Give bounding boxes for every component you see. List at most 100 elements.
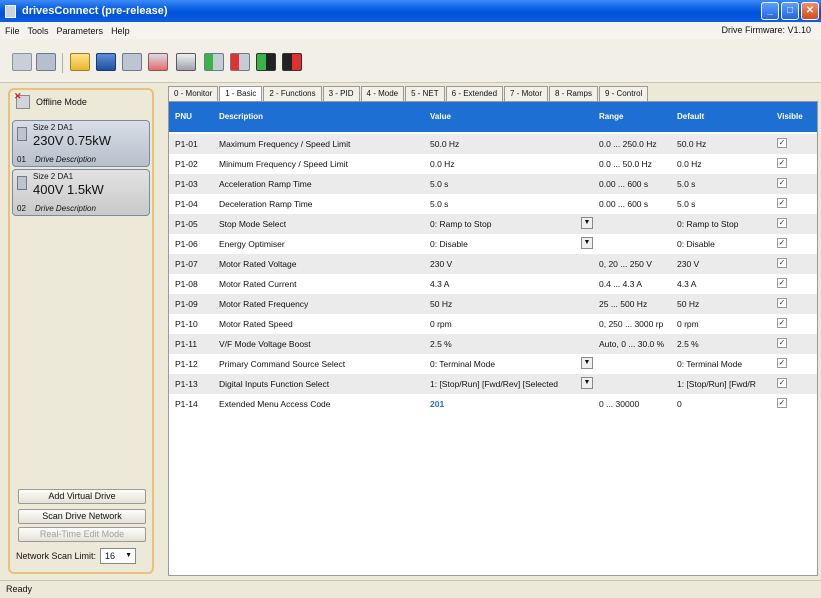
menu-help[interactable]: Help — [108, 26, 133, 36]
drive-icon[interactable] — [36, 53, 56, 71]
visible-checkbox[interactable]: ✓ — [777, 158, 787, 168]
drive-size: Size 2 DA1 — [33, 172, 74, 181]
drive-item-01[interactable]: Size 2 DA1 230V 0.75kW 01 Drive Descript… — [12, 120, 150, 167]
range-cell: 0.00 ... 600 s — [599, 199, 649, 209]
visible-checkbox[interactable]: ✓ — [777, 138, 787, 148]
value-cell[interactable]: 201 — [430, 399, 590, 409]
value-cell[interactable]: 5.0 s — [430, 179, 590, 189]
disconnect-plug-icon[interactable] — [282, 53, 302, 71]
value-cell[interactable]: 0: Terminal Mode — [430, 359, 590, 369]
visible-checkbox[interactable]: ✓ — [777, 298, 787, 308]
table-row[interactable]: P1-04 Deceleration Ramp Time 5.0 s 0.00 ...… — [169, 194, 817, 214]
menu-file[interactable]: File — [2, 26, 23, 36]
visible-checkbox[interactable]: ✓ — [777, 358, 787, 368]
table-row[interactable]: P1-03 Acceleration Ramp Time 5.0 s 0.00 ...… — [169, 174, 817, 194]
scan-limit-value: 16 — [105, 551, 116, 561]
tab-net[interactable]: 5 - NET — [405, 86, 445, 101]
toolbar-separator — [62, 53, 63, 73]
scan-limit-select[interactable]: 16 ▼ — [100, 548, 137, 564]
visible-checkbox[interactable]: ✓ — [777, 378, 787, 388]
toolbar — [0, 39, 821, 83]
drive-item-02[interactable]: Size 2 DA1 400V 1.5kW 02 Drive Descripti… — [12, 169, 150, 216]
value-cell[interactable]: 2.5 % — [430, 339, 590, 349]
header-value[interactable]: Value — [430, 112, 451, 121]
tab-monitor[interactable]: 0 - Monitor — [168, 86, 219, 101]
range-cell: 25 ... 500 Hz — [599, 299, 648, 309]
value-cell[interactable]: 50 Hz — [430, 299, 590, 309]
table-row[interactable]: P1-02 Minimum Frequency / Speed Limit 0.0 … — [169, 154, 817, 174]
disconnect-icon[interactable] — [12, 53, 32, 71]
value-cell[interactable]: 5.0 s — [430, 199, 590, 209]
table-row[interactable]: P1-10 Motor Rated Speed 0 rpm 0, 250 ... 30… — [169, 314, 817, 334]
range-cell: 0.0 ... 50.0 Hz — [599, 159, 652, 169]
visible-checkbox[interactable]: ✓ — [777, 178, 787, 188]
tab-extended[interactable]: 6 - Extended — [445, 86, 504, 101]
table-row[interactable]: P1-09 Motor Rated Frequency 50 Hz 25 ... 50… — [169, 294, 817, 314]
table-row[interactable]: P1-05 Stop Mode Select 0: Ramp to Stop 0: R… — [169, 214, 817, 234]
table-row[interactable]: P1-08 Motor Rated Current 4.3 A 0.4 ... 4.3… — [169, 274, 817, 294]
tab-functions[interactable]: 2 - Functions — [263, 86, 322, 101]
table-row[interactable]: P1-12 Primary Command Source Select 0: Ter… — [169, 354, 817, 374]
default-cell: 2.5 % — [677, 339, 699, 349]
tab-motor[interactable]: 7 - Motor — [504, 86, 549, 101]
visible-checkbox[interactable]: ✓ — [777, 278, 787, 288]
value-cell[interactable]: 0 rpm — [430, 319, 590, 329]
minimize-button[interactable]: _ — [761, 2, 779, 20]
offline-mode[interactable]: Offline Mode — [14, 91, 87, 109]
value-dropdown-button[interactable]: ▼ — [581, 377, 593, 389]
value-cell[interactable]: 50.0 Hz — [430, 139, 590, 149]
header-visible[interactable]: Visible — [777, 112, 803, 121]
default-cell: 5.0 s — [677, 179, 696, 189]
visible-checkbox[interactable]: ✓ — [777, 218, 787, 228]
value-dropdown-button[interactable]: ▼ — [581, 357, 593, 369]
table-row[interactable]: P1-07 Motor Rated Voltage 230 V 0, 20 ... 2… — [169, 254, 817, 274]
menu-parameters[interactable]: Parameters — [54, 26, 107, 36]
visible-checkbox[interactable]: ✓ — [777, 258, 787, 268]
maximize-button[interactable]: □ — [781, 2, 799, 20]
pnu-cell: P1-14 — [175, 399, 198, 409]
reset-defaults-icon[interactable] — [148, 53, 168, 71]
visible-checkbox[interactable]: ✓ — [777, 338, 787, 348]
tab-control[interactable]: 9 - Control — [598, 86, 649, 101]
tab-basic[interactable]: 1 - Basic — [219, 86, 263, 102]
table-row[interactable]: P1-13 Digital Inputs Function Select 1: [S… — [169, 374, 817, 394]
header-pnu[interactable]: PNU — [175, 112, 192, 121]
table-row[interactable]: P1-14 Extended Menu Access Code 201 0 ... 3… — [169, 394, 817, 414]
value-dropdown-button[interactable]: ▼ — [581, 217, 593, 229]
table-row[interactable]: P1-11 V/F Mode Voltage Boost 2.5 % Auto, 0 … — [169, 334, 817, 354]
table-row[interactable]: P1-06 Energy Optimiser 0: Disable 0: Disabl… — [169, 234, 817, 254]
visible-checkbox[interactable]: ✓ — [777, 318, 787, 328]
value-cell[interactable]: 0.0 Hz — [430, 159, 590, 169]
visible-checkbox[interactable]: ✓ — [777, 398, 787, 408]
visible-checkbox[interactable]: ✓ — [777, 238, 787, 248]
header-default[interactable]: Default — [677, 112, 704, 121]
tab-pid[interactable]: 3 - PID — [322, 86, 360, 101]
tab-ramps[interactable]: 8 - Ramps — [549, 86, 598, 101]
close-button[interactable]: ✕ — [801, 2, 819, 20]
chevron-down-icon: ▼ — [125, 552, 133, 559]
open-folder-icon[interactable] — [70, 53, 90, 71]
connect-icon[interactable] — [256, 53, 276, 71]
menu-tools[interactable]: Tools — [25, 26, 52, 36]
tab-mode[interactable]: 4 - Mode — [360, 86, 405, 101]
value-cell[interactable]: 0: Disable — [430, 239, 590, 249]
value-cell[interactable]: 1: [Stop/Run] [Fwd/Rev] [Selected — [430, 379, 590, 389]
scan-drive-network-button[interactable]: Scan Drive Network — [18, 509, 146, 524]
header-range[interactable]: Range — [599, 112, 623, 121]
download-icon[interactable] — [230, 53, 250, 71]
upload-icon[interactable] — [204, 53, 224, 71]
default-cell: 0: Ramp to Stop — [677, 219, 739, 229]
value-cell[interactable]: 230 V — [430, 259, 590, 269]
default-cell: 0 — [677, 399, 682, 409]
header-description[interactable]: Description — [219, 112, 263, 121]
description-cell: Acceleration Ramp Time — [219, 179, 312, 189]
visible-checkbox[interactable]: ✓ — [777, 198, 787, 208]
table-row[interactable]: P1-01 Maximum Frequency / Speed Limit 50.0… — [169, 134, 817, 154]
save-icon[interactable] — [96, 53, 116, 71]
print-icon[interactable] — [176, 53, 196, 71]
value-cell[interactable]: 0: Ramp to Stop — [430, 219, 590, 229]
add-virtual-drive-button[interactable]: Add Virtual Drive — [18, 489, 146, 504]
compare-icon[interactable] — [122, 53, 142, 71]
value-cell[interactable]: 4.3 A — [430, 279, 590, 289]
value-dropdown-button[interactable]: ▼ — [581, 237, 593, 249]
